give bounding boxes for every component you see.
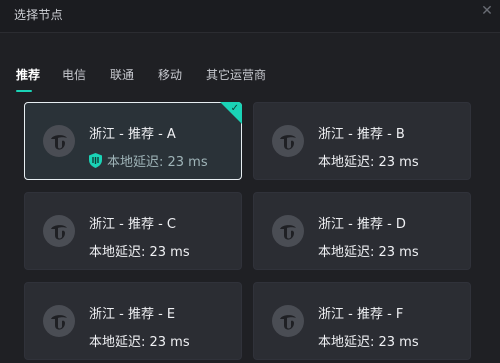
china-telecom-logo-icon (43, 305, 75, 337)
check-icon: ✓ (230, 103, 239, 114)
tab-other-carriers[interactable]: 其它运营商 (206, 66, 266, 83)
shield-icon (89, 153, 102, 168)
node-name: 浙江 - 推荐 - A (89, 127, 176, 142)
latency-text: 本地延迟: 23 ms (318, 335, 419, 350)
node-name: 浙江 - 推荐 - C (89, 217, 176, 232)
node-name: 浙江 - 推荐 - B (318, 127, 405, 142)
latency-text: 本地延迟: 23 ms (89, 335, 190, 350)
close-icon[interactable]: ✕ (480, 4, 494, 18)
tab-recommended[interactable]: 推荐 (16, 66, 40, 83)
latency-row: 本地延迟: 23 ms (318, 151, 419, 170)
selected-badge: ✓ (220, 102, 242, 124)
latency-text: 本地延迟: 23 ms (318, 155, 419, 170)
latency-text: 本地延迟: 23 ms (318, 245, 419, 260)
tab-unicom[interactable]: 联通 (110, 66, 134, 83)
tab-mobile[interactable]: 移动 (158, 66, 182, 83)
china-telecom-logo-icon (272, 305, 304, 337)
node-card-e[interactable]: 浙江 - 推荐 - E 本地延迟: 23 ms (24, 282, 242, 360)
latency-text: 本地延迟: 23 ms (107, 155, 208, 170)
node-card-c[interactable]: 浙江 - 推荐 - C 本地延迟: 23 ms (24, 192, 242, 270)
node-card-f[interactable]: 浙江 - 推荐 - F 本地延迟: 23 ms (253, 282, 471, 360)
node-card-b[interactable]: 浙江 - 推荐 - B 本地延迟: 23 ms (253, 102, 471, 180)
node-name: 浙江 - 推荐 - E (89, 307, 176, 322)
china-telecom-logo-icon (43, 125, 75, 157)
latency-row: 本地延迟: 23 ms (89, 151, 208, 170)
tab-bar: 推荐 电信 联通 移动 其它运营商 (0, 60, 500, 92)
latency-row: 本地延迟: 23 ms (318, 241, 419, 260)
window-title: 选择节点 (14, 8, 63, 22)
china-telecom-logo-icon (272, 215, 304, 247)
node-card-d[interactable]: 浙江 - 推荐 - D 本地延迟: 23 ms (253, 192, 471, 270)
tab-telecom[interactable]: 电信 (62, 66, 86, 83)
latency-text: 本地延迟: 23 ms (89, 245, 190, 260)
active-tab-indicator (16, 90, 32, 92)
latency-row: 本地延迟: 23 ms (89, 331, 190, 350)
node-card-a[interactable]: ✓ 浙江 - 推荐 - A 本地延迟: 23 ms (24, 102, 242, 180)
china-telecom-logo-icon (43, 215, 75, 247)
latency-row: 本地延迟: 23 ms (318, 331, 419, 350)
node-name: 浙江 - 推荐 - F (318, 307, 404, 322)
latency-row: 本地延迟: 23 ms (89, 241, 190, 260)
china-telecom-logo-icon (272, 125, 304, 157)
node-name: 浙江 - 推荐 - D (318, 217, 406, 232)
window-titlebar: 选择节点 ✕ (0, 0, 500, 33)
